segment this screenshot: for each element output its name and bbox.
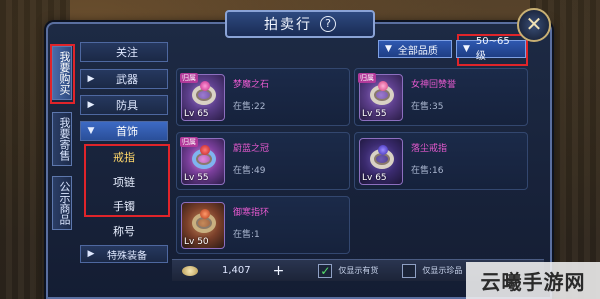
triangle-right-icon: ▶ [87, 249, 95, 259]
site-watermark: 云曦手游网 [466, 262, 600, 299]
subitem-title[interactable]: 称号 [86, 220, 162, 242]
item-thumbnail: 归属 Lv 65 [180, 73, 225, 121]
nav-item-label: 防具 [116, 99, 138, 112]
gem-icon [378, 81, 388, 91]
item-level: Lv 50 [184, 237, 209, 247]
item-stock: 在售:16 [411, 166, 444, 176]
item-name: 落尘戒指 [411, 144, 448, 154]
item-level: Lv 55 [184, 173, 209, 183]
quality-filter-dropdown[interactable]: ▼ 全部品质 [378, 40, 452, 58]
item-card[interactable]: Lv 65 落尘戒指 在售:16 [354, 132, 528, 190]
subitem-ring[interactable]: 戒指 [86, 146, 162, 168]
coin-balance: 1,407 [222, 265, 251, 276]
in-stock-only-checkbox[interactable]: ✓ [318, 263, 333, 278]
gem-icon [200, 209, 210, 219]
tab-buy[interactable]: 我要购买 [52, 46, 72, 100]
rare-only-checkbox[interactable]: ✓ [402, 263, 417, 278]
item-tag: 归属 [180, 73, 198, 83]
item-stock: 在售:49 [233, 166, 266, 176]
coin-icon [182, 265, 198, 276]
item-name: 御寒指环 [233, 208, 270, 218]
gem-icon [378, 145, 388, 155]
triangle-down-icon: ▼ [463, 44, 470, 54]
item-name: 梦魔之石 [233, 80, 270, 90]
nav-item-label: 武器 [116, 73, 138, 86]
in-stock-only-label: 仅显示有货 [338, 266, 379, 275]
item-card[interactable]: 归属 Lv 55 蔚蓝之冠 在售:49 [176, 132, 350, 190]
item-stock: 在售:22 [233, 102, 266, 112]
item-name: 女神回赞誉 [411, 80, 457, 90]
nav-item-weapon[interactable]: ▶ 武器 [80, 69, 168, 89]
item-card[interactable]: Lv 50 御寒指环 在售:1 [176, 196, 350, 254]
gem-icon [200, 81, 210, 91]
item-tag: 归属 [180, 137, 198, 147]
nav-item-armor[interactable]: ▶ 防具 [80, 95, 168, 115]
nav-item-follow[interactable]: 关注 [80, 42, 168, 62]
nav-item-label: 特殊装备 [107, 250, 147, 262]
item-level: Lv 65 [184, 109, 209, 119]
item-card[interactable]: 归属 Lv 55 女神回赞誉 在售:35 [354, 68, 528, 126]
window-title-plate: 拍卖行 ? [225, 10, 375, 38]
tab-consign[interactable]: 我要寄售 [52, 112, 72, 166]
item-stock: 在售:1 [233, 230, 260, 240]
item-level: Lv 65 [362, 173, 387, 183]
gem-icon [200, 145, 210, 155]
triangle-down-icon: ▼ [87, 126, 95, 136]
subitem-necklace[interactable]: 项链 [86, 171, 162, 193]
item-thumbnail: 归属 Lv 55 [180, 137, 225, 185]
help-icon[interactable]: ? [320, 16, 336, 32]
window-title: 拍卖行 [264, 17, 312, 33]
level-filter-dropdown[interactable]: ▼ 50~65级 [456, 36, 526, 62]
close-button[interactable]: ✕ [517, 8, 551, 42]
item-tag: 归属 [358, 73, 376, 83]
triangle-right-icon: ▶ [87, 100, 95, 110]
nav-item-accessory[interactable]: ▼ 首饰 [80, 121, 168, 141]
item-thumbnail: 归属 Lv 55 [358, 73, 403, 121]
tab-public-goods[interactable]: 公示商品 [52, 176, 72, 230]
item-name: 蔚蓝之冠 [233, 144, 270, 154]
quality-filter-value: 全部品质 [397, 45, 438, 57]
level-filter-value: 50~65级 [475, 36, 510, 62]
add-coins-button[interactable]: + [273, 263, 285, 279]
nav-item-label: 首饰 [116, 125, 138, 138]
subitem-bracelet[interactable]: 手镯 [86, 195, 162, 217]
nav-item-label: 关注 [116, 46, 138, 59]
item-level: Lv 55 [362, 109, 387, 119]
item-stock: 在售:35 [411, 102, 444, 112]
item-thumbnail: Lv 50 [181, 202, 225, 249]
triangle-down-icon: ▼ [385, 44, 392, 54]
triangle-right-icon: ▶ [87, 74, 95, 84]
nav-item-special-equipment[interactable]: ▶ 特殊装备 [80, 245, 168, 263]
rare-only-label: 仅显示珍品 [422, 266, 463, 275]
item-card[interactable]: 归属 Lv 65 梦魔之石 在售:22 [176, 68, 350, 126]
item-thumbnail: Lv 65 [359, 138, 403, 185]
